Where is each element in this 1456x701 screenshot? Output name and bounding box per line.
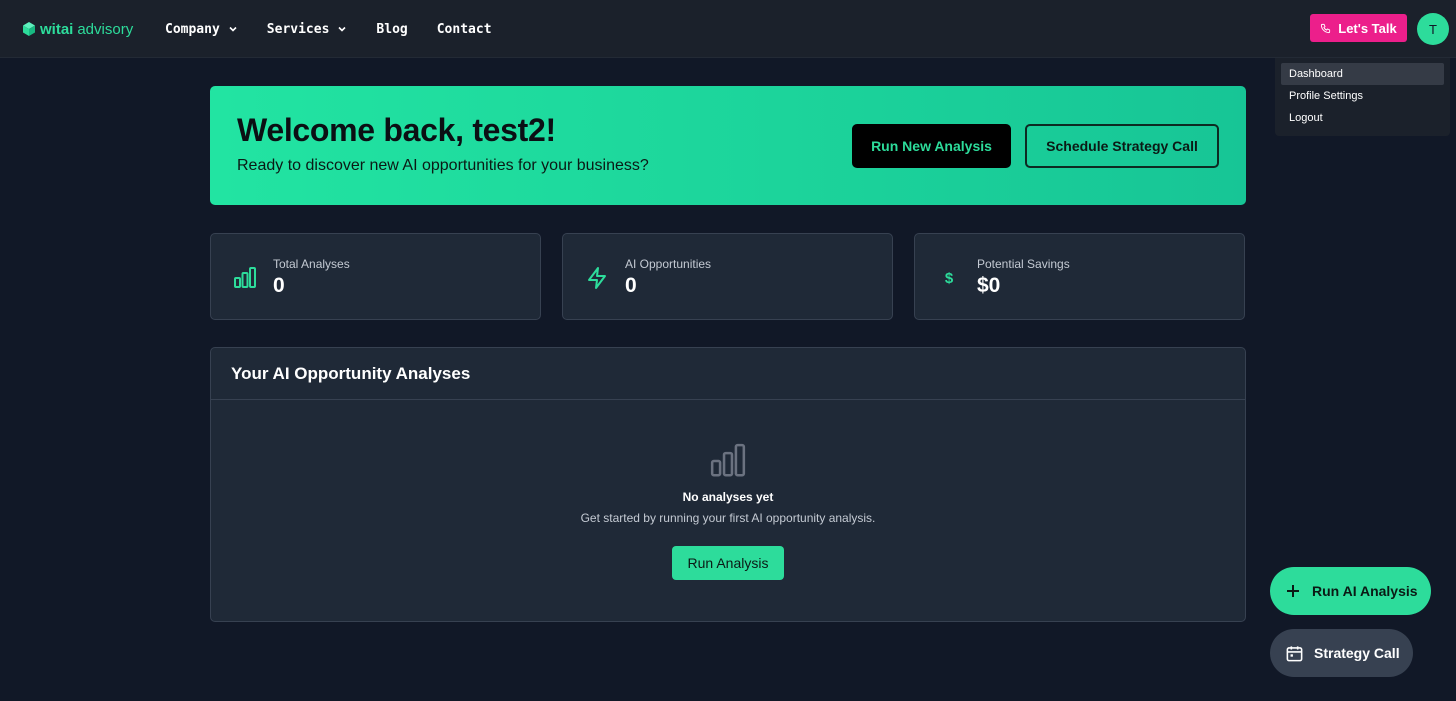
logo[interactable]: witai advisory bbox=[22, 18, 133, 40]
chevron-down-icon bbox=[338, 26, 346, 32]
avatar[interactable]: T bbox=[1417, 13, 1449, 45]
nav-link-company[interactable]: Company bbox=[165, 22, 238, 37]
strategy-call-fab[interactable]: Strategy Call bbox=[1270, 629, 1413, 677]
nav-link-label: Blog bbox=[376, 21, 408, 37]
stat-value: 0 bbox=[273, 274, 285, 297]
top-navbar: witai advisory Company Services Blog Con… bbox=[0, 0, 1456, 58]
stat-card-total-analyses: Total Analyses 0 bbox=[210, 233, 541, 320]
svg-text:$: $ bbox=[945, 270, 954, 287]
calendar-icon bbox=[1286, 645, 1303, 661]
lets-talk-label: Let's Talk bbox=[1338, 20, 1397, 36]
run-new-analysis-button[interactable]: Run New Analysis bbox=[852, 124, 1011, 168]
lightning-icon bbox=[588, 267, 606, 289]
chevron-down-icon bbox=[229, 26, 237, 32]
run-analysis-button[interactable]: Run Analysis bbox=[672, 546, 784, 580]
bar-chart-icon bbox=[234, 267, 256, 288]
nav-link-contact[interactable]: Contact bbox=[437, 22, 492, 37]
cube-icon bbox=[23, 22, 35, 36]
dollar-icon: $ bbox=[945, 270, 954, 287]
stat-value: 0 bbox=[625, 274, 637, 297]
nav-link-label: Company bbox=[165, 21, 220, 37]
stat-label: AI Opportunities bbox=[625, 257, 712, 271]
menu-item-logout[interactable]: Logout bbox=[1281, 107, 1444, 129]
nav-link-label: Contact bbox=[436, 21, 492, 37]
stat-card-potential-savings: $ Potential Savings $0 bbox=[914, 233, 1245, 320]
user-dropdown-menu: Dashboard Profile Settings Logout bbox=[1275, 58, 1450, 136]
strategy-call-label: Strategy Call bbox=[1314, 645, 1400, 661]
schedule-strategy-call-button[interactable]: Schedule Strategy Call bbox=[1025, 124, 1219, 168]
logo-suffix: advisory bbox=[77, 20, 134, 38]
bar-chart-icon bbox=[710, 443, 746, 477]
stat-card-ai-opportunities: AI Opportunities 0 bbox=[562, 233, 893, 320]
lets-talk-button[interactable]: Let's Talk bbox=[1310, 14, 1407, 42]
logo-brand: witai bbox=[40, 20, 74, 38]
empty-state-subtitle: Get started by running your first AI opp… bbox=[580, 511, 876, 525]
menu-item-dashboard[interactable]: Dashboard bbox=[1281, 63, 1444, 85]
run-ai-analysis-fab[interactable]: Run AI Analysis bbox=[1270, 567, 1431, 615]
stat-label: Total Analyses bbox=[273, 257, 350, 271]
plus-icon bbox=[1287, 585, 1299, 597]
welcome-title: Welcome back, test2! bbox=[237, 112, 556, 148]
analyses-panel-title: Your AI Opportunity Analyses bbox=[231, 363, 471, 383]
empty-state-title: No analyses yet bbox=[682, 490, 774, 504]
nav-link-label: Services bbox=[266, 21, 330, 37]
welcome-banner: Welcome back, test2! Ready to discover n… bbox=[210, 86, 1246, 205]
phone-icon bbox=[1321, 23, 1331, 33]
nav-link-services[interactable]: Services bbox=[267, 22, 348, 37]
menu-item-profile-settings[interactable]: Profile Settings bbox=[1281, 85, 1444, 107]
welcome-subtitle: Ready to discover new AI opportunities f… bbox=[237, 157, 649, 174]
analyses-panel-header: Your AI Opportunity Analyses bbox=[211, 348, 1245, 400]
analyses-panel: Your AI Opportunity Analyses No analyses… bbox=[210, 347, 1246, 622]
nav-links: Company Services Blog Contact bbox=[165, 0, 492, 58]
run-ai-analysis-label: Run AI Analysis bbox=[1312, 583, 1418, 599]
stat-value: $0 bbox=[977, 274, 1001, 297]
stat-label: Potential Savings bbox=[977, 257, 1070, 271]
nav-link-blog[interactable]: Blog bbox=[376, 22, 407, 37]
